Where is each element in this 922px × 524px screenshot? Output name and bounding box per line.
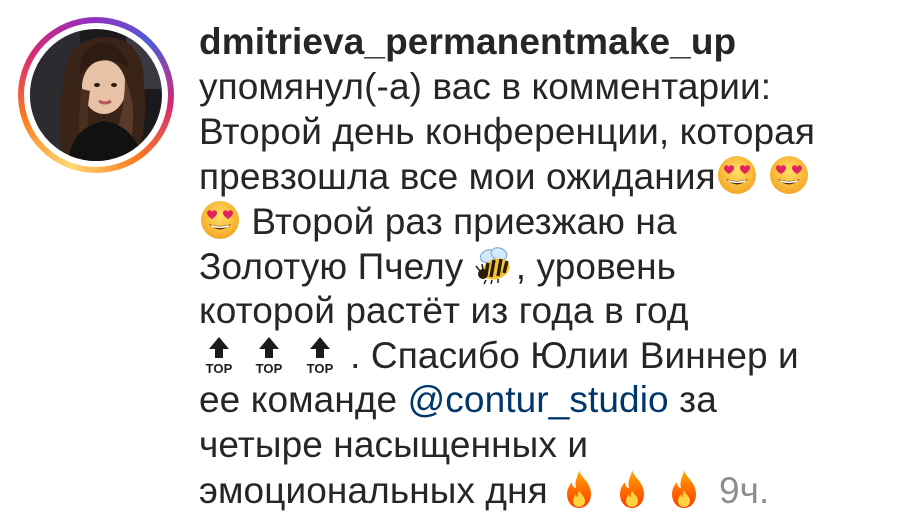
timestamp: 9ч. xyxy=(718,469,770,511)
comment-line-6: . Спасибо Юлии Виннер и xyxy=(199,334,899,379)
comment-text: эмоциональных дня xyxy=(199,469,548,511)
comment-line-2: превзошла все мои ожидания xyxy=(199,154,899,199)
comment-line-5: которой растёт из года в год xyxy=(199,289,899,334)
avatar-story-ring[interactable] xyxy=(18,17,174,173)
comment-line-4: Золотую Пчелу , уровень xyxy=(199,244,899,289)
top-arrow-icon xyxy=(249,334,289,376)
fire-icon xyxy=(611,468,653,510)
username-link[interactable]: dmitrieva_permanentmake_up xyxy=(199,21,736,62)
comment-text: за xyxy=(679,379,717,421)
mention-link[interactable]: @contur_studio xyxy=(408,379,669,420)
header-line: dmitrieva_permanentmake_up xyxy=(199,20,899,65)
comment-text: . Спасибо Юлии Виннер и xyxy=(350,334,799,376)
honeybee-icon xyxy=(474,244,516,286)
comment-line-9: эмоциональных дня 9ч. xyxy=(199,468,899,513)
comment-text: Золотую Пчелу xyxy=(199,245,464,287)
comment-text: ее команде xyxy=(199,379,398,421)
notification-item[interactable]: dmitrieva_permanentmake_up упомянул(-а) … xyxy=(0,0,922,524)
action-text: упомянул(-а) вас в комментарии: xyxy=(199,65,772,107)
heart-eyes-icon xyxy=(199,199,241,241)
heart-eyes-icon xyxy=(716,154,758,196)
avatar[interactable] xyxy=(30,29,162,161)
comment-text: , уровень xyxy=(515,245,677,287)
comment-text: Второй раз приезжаю на xyxy=(251,201,677,243)
fire-icon xyxy=(558,468,600,510)
comment-text: Второй день конференции, которая xyxy=(199,110,815,152)
action-line: упомянул(-а) вас в комментарии: xyxy=(199,65,899,110)
top-arrow-icon xyxy=(199,334,239,376)
fire-icon xyxy=(663,468,705,510)
comment-text: превзошла все мои ожидания xyxy=(199,156,716,198)
comment-text: четыре насыщенных и xyxy=(199,424,589,466)
comment-line-8: четыре насыщенных и xyxy=(199,423,899,468)
comment-line-7: ее команде @contur_studio за xyxy=(199,378,899,423)
comment-text: которой растёт из года в год xyxy=(199,289,689,331)
heart-eyes-icon xyxy=(768,154,810,196)
comment-line-1: Второй день конференции, которая xyxy=(199,110,899,155)
top-arrow-icon xyxy=(300,334,340,376)
notification-text: dmitrieva_permanentmake_up упомянул(-а) … xyxy=(199,20,899,513)
comment-line-3: Второй раз приезжаю на xyxy=(199,199,899,244)
